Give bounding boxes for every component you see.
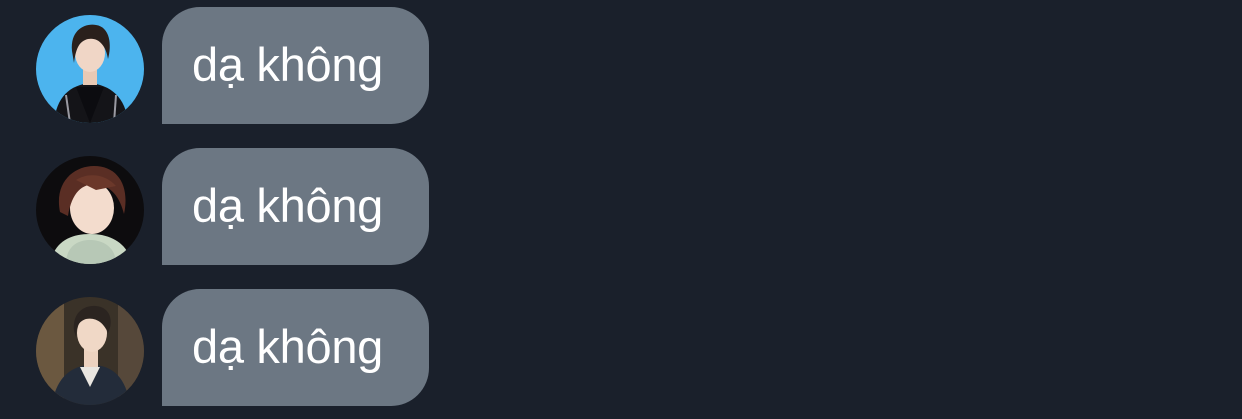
message-bubble[interactable]: dạ không <box>162 148 429 265</box>
message-row: dạ không <box>0 289 700 407</box>
message-row: dạ không <box>0 148 700 266</box>
user-avatar-icon <box>36 156 144 264</box>
message-text: dạ không <box>192 320 383 373</box>
chat-thread: dạ không dạ không dạ không <box>0 0 1242 419</box>
message-text: dạ không <box>192 179 383 232</box>
user-avatar-icon <box>36 297 144 405</box>
message-row: dạ không <box>0 7 700 125</box>
message-bubble[interactable]: dạ không <box>162 7 429 124</box>
message-bubble[interactable]: dạ không <box>162 289 429 406</box>
sender-avatar[interactable] <box>36 15 144 123</box>
sender-avatar[interactable] <box>36 156 144 264</box>
message-text: dạ không <box>192 38 383 91</box>
user-avatar-icon <box>36 15 144 123</box>
sender-avatar[interactable] <box>36 297 144 405</box>
